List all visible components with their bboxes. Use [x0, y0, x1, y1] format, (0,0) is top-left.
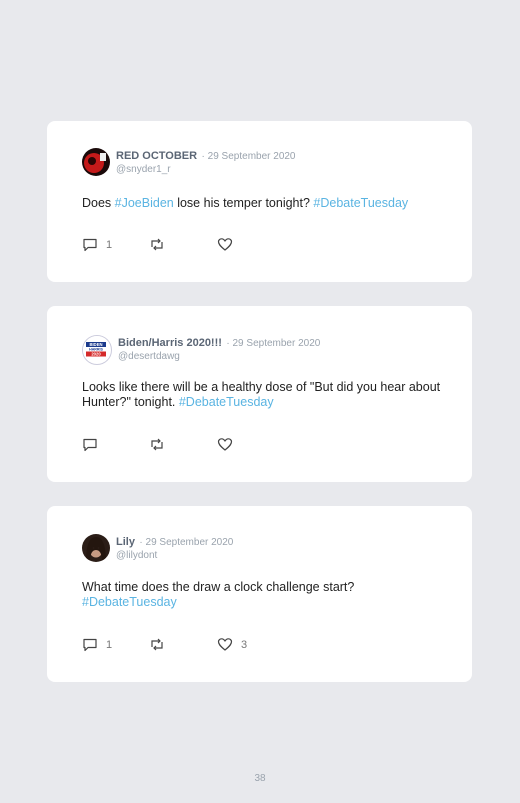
tweet-text-part: What time does the draw a clock challeng… — [82, 580, 355, 594]
tweet-header: RED OCTOBER · 29 September 2020 @snyder1… — [82, 148, 296, 176]
tweet-header: Lily · 29 September 2020 @lilydont — [82, 534, 233, 562]
reply-count: 1 — [106, 638, 113, 651]
tweet-date: · 29 September 2020 — [226, 338, 321, 349]
reply-count: 1 — [106, 238, 113, 251]
heart-icon — [217, 637, 233, 652]
tweet-text: Looks like there will be a healthy dose … — [82, 380, 442, 410]
avatar[interactable] — [82, 534, 110, 562]
user-handle[interactable]: @snyder1_r — [116, 163, 296, 176]
reply-button[interactable]: 1 — [82, 637, 112, 652]
reply-icon — [82, 437, 98, 452]
tweet-header: BIDEN HARRIS 2020 Biden/Harris 2020!!! ·… — [82, 335, 320, 365]
heart-icon — [217, 237, 233, 252]
display-name[interactable]: RED OCTOBER — [116, 150, 197, 162]
user-handle[interactable]: @desertdawg — [118, 350, 320, 363]
hashtag-link[interactable]: #DebateTuesday — [82, 595, 177, 609]
user-handle[interactable]: @lilydont — [116, 549, 233, 562]
retweet-button[interactable] — [149, 237, 173, 252]
tweet-card: Lily · 29 September 2020 @lilydont What … — [47, 506, 472, 682]
retweet-button[interactable] — [149, 437, 173, 452]
hashtag-link[interactable]: #DebateTuesday — [313, 196, 408, 210]
tweet-text-part: lose his temper tonight? — [173, 196, 314, 210]
svg-text:BIDEN: BIDEN — [89, 342, 102, 347]
avatar[interactable] — [82, 148, 110, 176]
like-button[interactable] — [217, 437, 241, 452]
tweet-date: · 29 September 2020 — [139, 537, 234, 548]
svg-text:2020: 2020 — [91, 352, 101, 357]
retweet-icon — [149, 637, 165, 652]
retweet-icon — [149, 437, 165, 452]
hashtag-link[interactable]: #JoeBiden — [115, 196, 174, 210]
tweet-card: RED OCTOBER · 29 September 2020 @snyder1… — [47, 121, 472, 282]
heart-icon — [217, 437, 233, 452]
reply-button[interactable] — [82, 437, 106, 452]
display-name[interactable]: Biden/Harris 2020!!! — [118, 337, 222, 349]
display-name[interactable]: Lily — [116, 536, 135, 548]
like-button[interactable]: 3 — [217, 637, 247, 652]
tweet-text: Does #JoeBiden lose his temper tonight? … — [82, 196, 442, 211]
tweet-text: What time does the draw a clock challeng… — [82, 580, 442, 610]
page-number: 38 — [254, 773, 266, 784]
tweet-date: · 29 September 2020 — [201, 151, 296, 162]
retweet-icon — [149, 237, 165, 252]
hashtag-link[interactable]: #DebateTuesday — [179, 395, 274, 409]
tweet-text-part: Does — [82, 196, 115, 210]
tweet-card: BIDEN HARRIS 2020 Biden/Harris 2020!!! ·… — [47, 306, 472, 482]
retweet-button[interactable] — [149, 637, 173, 652]
reply-icon — [82, 237, 98, 252]
reply-icon — [82, 637, 98, 652]
like-button[interactable] — [217, 237, 241, 252]
like-count: 3 — [241, 638, 248, 651]
reply-button[interactable]: 1 — [82, 237, 112, 252]
avatar[interactable]: BIDEN HARRIS 2020 — [82, 335, 112, 365]
